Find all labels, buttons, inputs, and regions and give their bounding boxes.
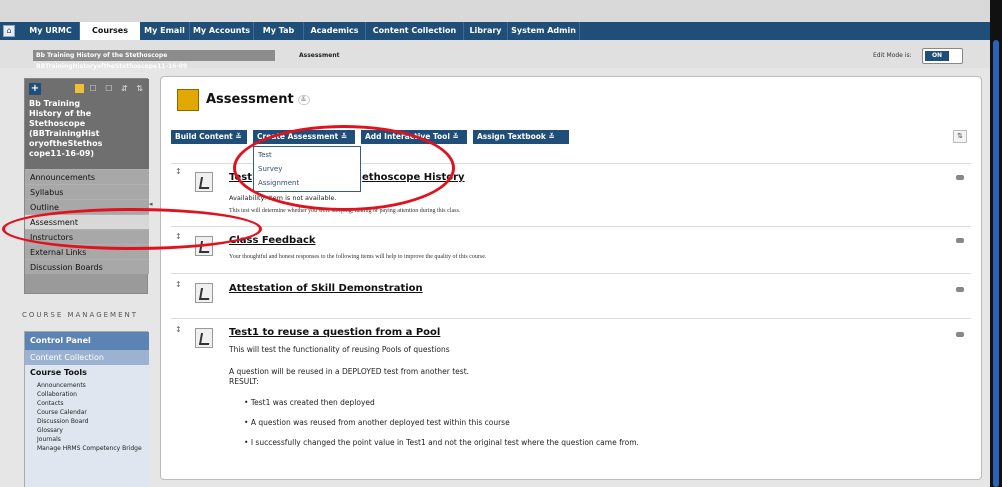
course-name-line: Bb Training xyxy=(29,99,81,108)
annotation-ellipse-create-assessment xyxy=(233,125,455,211)
course-name-line: oryoftheStethos xyxy=(29,139,103,148)
top-tab-bar: ⌂ My URMC Courses My Email My Accounts M… xyxy=(0,22,990,40)
course-menu: + ☐ ☐ ⇵ ⇅ Bb Training History of the Ste… xyxy=(24,78,149,294)
assign-textbook-button[interactable]: Assign Textbook ≚ xyxy=(473,130,569,144)
tab-courses[interactable]: Courses xyxy=(80,22,140,40)
folder-icon xyxy=(177,89,199,111)
tool-link[interactable]: Glossary xyxy=(37,427,63,435)
tab-system-admin[interactable]: System Admin xyxy=(508,22,580,40)
tool-link[interactable]: Journals xyxy=(37,436,61,444)
vertical-scrollbar[interactable] xyxy=(990,0,1002,487)
reorder-icon[interactable]: ⇅ xyxy=(953,130,967,143)
add-menu-item-button[interactable]: + xyxy=(29,83,41,95)
assignment-icon xyxy=(195,283,213,303)
course-tools-header[interactable]: Course Tools xyxy=(30,368,87,377)
drag-handle-icon[interactable]: ↕ xyxy=(175,280,182,289)
scrollbar-thumb[interactable] xyxy=(993,40,999,487)
assign-textbook-label: Assign Textbook xyxy=(477,132,546,141)
item-options-icon[interactable] xyxy=(956,332,964,337)
drag-handle-icon[interactable]: ↕ xyxy=(175,167,182,176)
tab-my-accounts[interactable]: My Accounts xyxy=(190,22,254,40)
menu-item-syllabus[interactable]: Syllabus xyxy=(25,184,149,199)
tab-my-tab[interactable]: My Tab xyxy=(254,22,304,40)
course-management-title: COURSE MANAGEMENT xyxy=(22,311,139,319)
content-item xyxy=(171,273,971,317)
edit-mode-label: Edit Mode is: xyxy=(873,52,912,59)
course-name-line: Stethoscope xyxy=(29,119,86,128)
control-panel: Control Panel Content Collection Course … xyxy=(24,331,149,487)
tool-link[interactable]: Announcements xyxy=(37,382,86,390)
bullet-text: Test1 was created then deployed xyxy=(250,398,375,407)
bullet-item: • A question was reused from another dep… xyxy=(244,418,510,427)
bullet-item: • Test1 was created then deployed xyxy=(244,398,375,407)
menu-view-icons[interactable]: ☐ ☐ ⇵ ⇅ xyxy=(75,84,146,93)
tool-link[interactable]: Discussion Board xyxy=(37,418,88,426)
course-name-line: History of the xyxy=(29,109,92,118)
course-name-line: (BBTrainingHist xyxy=(29,129,100,138)
course-name[interactable]: Bb Training History of the Stethoscope (… xyxy=(29,99,145,159)
item-title-attestation[interactable]: Attestation of Skill Demonstration xyxy=(229,283,423,294)
item-options-icon[interactable] xyxy=(956,238,964,243)
tool-link[interactable]: Course Calendar xyxy=(37,409,87,417)
browser-top-strip xyxy=(0,0,990,22)
breadcrumb-course[interactable]: Bb Training History of the Stethoscope B… xyxy=(33,50,275,70)
blackboard-window: ⌂ My URMC Courses My Email My Accounts M… xyxy=(0,0,1002,487)
content-item xyxy=(171,226,971,272)
test-icon xyxy=(195,328,213,348)
course-menu-header: + ☐ ☐ ⇵ ⇅ Bb Training History of the Ste… xyxy=(25,79,149,169)
home-icon[interactable]: ⌂ xyxy=(3,25,15,37)
tab-content-collection[interactable]: Content Collection xyxy=(366,22,464,40)
build-content-label: Build Content xyxy=(175,132,233,141)
tool-link[interactable]: Contacts xyxy=(37,400,63,408)
test-icon xyxy=(195,172,213,192)
course-tools-section: Course Tools Announcements Collaboration… xyxy=(25,365,149,487)
content-collection-link[interactable]: Content Collection xyxy=(25,350,149,365)
bullet-text: A question was reused from another deplo… xyxy=(250,418,510,427)
item-title-test1-reuse[interactable]: Test1 to reuse a question from a Pool xyxy=(229,327,440,338)
tool-link[interactable]: Collaboration xyxy=(37,391,77,399)
tab-my-urmc[interactable]: My URMC xyxy=(22,22,80,40)
edit-mode-value: ON xyxy=(925,51,949,61)
item-description: This will test the functionality of reus… xyxy=(229,345,450,354)
edit-mode-toggle[interactable]: ON xyxy=(922,48,963,64)
annotation-ellipse-assessment-menu xyxy=(2,208,262,250)
tab-academics[interactable]: Academics xyxy=(304,22,366,40)
breadcrumb-page: Assessment xyxy=(299,52,340,59)
tab-library[interactable]: Library xyxy=(464,22,508,40)
folder-view-icon[interactable] xyxy=(75,84,84,93)
page-title-text: Assessment xyxy=(206,92,294,107)
menu-item-announcements[interactable]: Announcements xyxy=(25,169,149,184)
tab-my-email[interactable]: My Email xyxy=(140,22,190,40)
course-name-line: cope11-16-09) xyxy=(29,149,95,158)
item-options-icon[interactable] xyxy=(956,287,964,292)
item-body-line: RESULT: xyxy=(229,377,259,386)
drag-handle-icon[interactable]: ↕ xyxy=(175,325,182,334)
item-body-line: A question will be reused in a DEPLOYED … xyxy=(229,367,470,376)
build-content-button[interactable]: Build Content ≚ xyxy=(171,130,247,144)
control-panel-header[interactable]: Control Panel xyxy=(25,332,149,350)
bullet-text: I successfully changed the point value i… xyxy=(250,438,639,447)
item-options-icon[interactable] xyxy=(956,175,964,180)
tool-link[interactable]: Manage HRMS Competency Bridge xyxy=(37,445,147,453)
chevron-down-icon[interactable]: ≚ xyxy=(297,94,310,105)
bullet-item: • I successfully changed the point value… xyxy=(244,438,639,447)
item-description: Your thoughtful and honest responses to … xyxy=(229,254,487,260)
page-title: Assessment ≚ xyxy=(206,92,310,107)
menu-item-discussion-boards[interactable]: Discussion Boards xyxy=(25,259,149,274)
